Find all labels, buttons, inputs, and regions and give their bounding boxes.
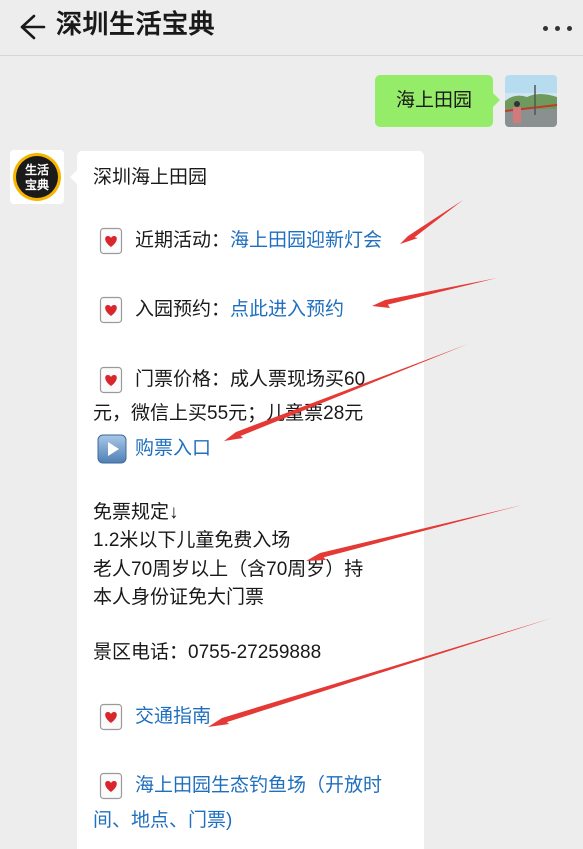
ticket-link[interactable]: 购票入口 xyxy=(135,436,211,462)
more-dots-icon[interactable] xyxy=(537,14,577,42)
activity-label: 近期活动： xyxy=(135,230,231,251)
play-icon[interactable] xyxy=(97,434,127,464)
heart-letter-icon xyxy=(99,296,123,324)
heart-letter-icon xyxy=(99,227,123,255)
free-rule-1: 1.2米以下儿童免费入场 xyxy=(93,530,291,551)
heart-letter-icon xyxy=(99,772,123,800)
reserve-label: 入园预约： xyxy=(135,299,231,320)
chat-title: 深圳生活宝典 xyxy=(56,9,216,39)
price-line-2: 元，微信上买55元；儿童票28元 xyxy=(93,403,364,424)
top-bar: 深圳生活宝典 xyxy=(0,0,583,56)
fishing-link-line-2[interactable]: 间、地点、门票) xyxy=(93,808,232,834)
bot-avatar[interactable]: 生活 宝典 xyxy=(10,150,64,204)
free-rule-2-line-1: 老人70周岁以上（含70周岁）持 xyxy=(93,559,364,580)
phone-line: 景区电话：0755-27259888 xyxy=(93,642,322,663)
reply-heading: 深圳海上田园 xyxy=(93,167,208,188)
traffic-link[interactable]: 交通指南 xyxy=(135,704,211,730)
bot-avatar-text-line2: 宝典 xyxy=(25,177,49,192)
reserve-link[interactable]: 点此进入预约 xyxy=(230,299,344,320)
free-rule-2-line-2: 本人身份证免大门票 xyxy=(93,587,265,608)
fishing-link-line-1[interactable]: 海上田园生态钓鱼场（开放时 xyxy=(135,773,382,799)
heart-letter-icon xyxy=(99,703,123,731)
back-arrow-icon[interactable] xyxy=(14,10,48,44)
free-rules-title: 免票规定↓ xyxy=(93,502,179,523)
price-line-1: 门票价格：成人票现场买60 xyxy=(135,369,366,390)
user-avatar[interactable] xyxy=(505,75,557,127)
user-message-bubble[interactable]: 海上田园 xyxy=(375,75,500,127)
bot-reply-bubble: 深圳海上田园 近期活动：海上田园迎新灯会 入园预约：点此进入预约 门票价格：成人… xyxy=(70,151,424,849)
bot-avatar-text-line1: 生活 xyxy=(25,162,49,177)
activity-link[interactable]: 海上田园迎新灯会 xyxy=(230,230,382,251)
heart-letter-icon xyxy=(99,366,123,394)
